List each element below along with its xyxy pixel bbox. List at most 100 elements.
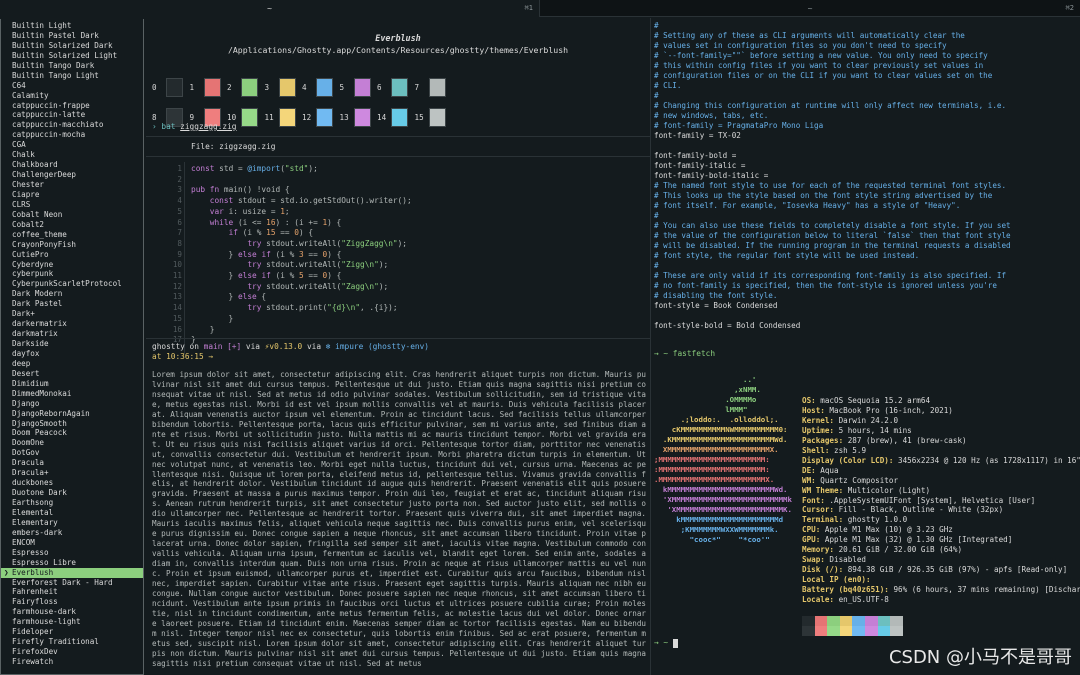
theme-item[interactable]: Chester: [1, 180, 143, 190]
code-line: const stdout = std.io.getStdOut().writer…: [209, 196, 412, 206]
theme-item[interactable]: catppuccin-frappe: [1, 101, 143, 111]
theme-item[interactable]: Dark Pastel: [1, 299, 143, 309]
info-value: 3456x2234 @ 120 Hz (as 1728x1117) in 16"…: [893, 455, 1080, 465]
theme-item[interactable]: Elementary: [1, 518, 143, 528]
theme-item[interactable]: Fairyfloss: [1, 597, 143, 607]
theme-item[interactable]: DotGov: [1, 448, 143, 458]
theme-item[interactable]: Dark+: [1, 309, 143, 319]
theme-item[interactable]: DoomOne: [1, 438, 143, 448]
theme-item[interactable]: Chalk: [1, 150, 143, 160]
config-line: # font itself. For example, "Iosevka Hea…: [654, 201, 961, 210]
theme-item[interactable]: DjangoRebornAgain: [1, 409, 143, 419]
theme-item[interactable]: Cobalt Neon: [1, 210, 143, 220]
theme-item[interactable]: coffee_theme: [1, 230, 143, 240]
theme-item[interactable]: Builtin Solarized Light: [1, 51, 143, 61]
theme-item[interactable]: CutiePro: [1, 250, 143, 260]
theme-item[interactable]: Doom Peacock: [1, 428, 143, 438]
code-line: }: [191, 313, 234, 323]
theme-item[interactable]: darkmatrix: [1, 329, 143, 339]
theme-item[interactable]: Cyberdyne: [1, 260, 143, 270]
theme-item[interactable]: Calamity: [1, 91, 143, 101]
info-row: Display (Color LCD): 3456x2234 @ 120 Hz …: [802, 456, 1080, 466]
theme-item[interactable]: duckbones: [1, 478, 143, 488]
theme-item[interactable]: C64: [1, 81, 143, 91]
theme-item[interactable]: CGA: [1, 140, 143, 150]
theme-item[interactable]: Builtin Solarized Dark: [1, 41, 143, 51]
theme-item-label: Elementary: [12, 517, 58, 527]
theme-item[interactable]: FirefoxDev: [1, 647, 143, 657]
theme-item[interactable]: Cobalt2: [1, 220, 143, 230]
theme-item[interactable]: Builtin Tango Light: [1, 71, 143, 81]
info-row: Terminal: ghostty 1.0.0: [802, 515, 1080, 525]
tab-2[interactable]: ~ ⌘2: [540, 0, 1080, 17]
theme-item[interactable]: catppuccin-latte: [1, 110, 143, 120]
theme-item[interactable]: Dracula+: [1, 468, 143, 478]
theme-item[interactable]: CrayonPonyFish: [1, 240, 143, 250]
tab-1[interactable]: ~ ⌘1: [0, 0, 540, 17]
theme-item-label: Builtin Tango Light: [12, 70, 99, 80]
theme-item-label: ENCOM: [12, 537, 35, 547]
theme-item[interactable]: Duotone Dark: [1, 488, 143, 498]
theme-title: Everblush: [375, 33, 421, 43]
logo-line: cKMMMMMMMMMMNWMMMMMMMMMM0:: [654, 425, 788, 434]
info-row: Host: MacBook Pro (16-inch, 2021): [802, 406, 1080, 416]
theme-item[interactable]: Chalkboard: [1, 160, 143, 170]
theme-item[interactable]: Builtin Light: [1, 21, 143, 31]
theme-list[interactable]: Builtin Light Builtin Pastel Dark Builtin …: [0, 19, 144, 675]
theme-item[interactable]: Espresso Libre: [1, 558, 143, 568]
theme-item[interactable]: Dark Modern: [1, 289, 143, 299]
shell-prompt: ghostty on main [+] via ⚡v0.13.0 via ❄ i…: [152, 342, 430, 351]
theme-item[interactable]: darkermatrix: [1, 319, 143, 329]
palette-index: 12: [302, 113, 312, 122]
theme-item[interactable]: Builtin Pastel Dark: [1, 31, 143, 41]
theme-item[interactable]: cyberpunk: [1, 269, 143, 279]
theme-item-label: darkmatrix: [12, 329, 58, 339]
theme-item[interactable]: CyberpunkScarletProtocol: [1, 279, 143, 289]
theme-item[interactable]: farmhouse-light: [1, 617, 143, 627]
theme-item[interactable]: Elemental: [1, 508, 143, 518]
final-prompt[interactable]: → ~: [654, 638, 678, 648]
theme-item[interactable]: ChallengerDeep: [1, 170, 143, 180]
theme-item[interactable]: catppuccin-macchiato: [1, 120, 143, 130]
palette-index: 13: [339, 113, 349, 122]
theme-item[interactable]: farmhouse-dark: [1, 607, 143, 617]
theme-item[interactable]: Earthsong: [1, 498, 143, 508]
palette-swatch: [278, 78, 296, 97]
theme-item[interactable]: Firefly Traditional: [1, 637, 143, 647]
code-line: try stdout.writeAll("Zagg\n");: [247, 281, 389, 291]
theme-item-label: Chester: [12, 180, 45, 189]
theme-item[interactable]: Dimidium: [1, 379, 143, 389]
theme-item-label: Everforest Dark - Hard: [12, 577, 113, 587]
theme-item[interactable]: DjangoSmooth: [1, 419, 143, 429]
info-value: Darwin 24.2.0: [834, 415, 899, 425]
line-number: 11: [172, 271, 182, 280]
theme-item[interactable]: DimmedMonokai: [1, 389, 143, 399]
theme-item[interactable]: Desert: [1, 369, 143, 379]
theme-item[interactable]: CLRS: [1, 200, 143, 210]
palette-index: 9: [189, 113, 195, 122]
palette-swatch: [316, 108, 333, 127]
theme-item[interactable]: Darkside: [1, 339, 143, 349]
info-row: WM Theme: Multicolor (Light): [802, 486, 1080, 496]
theme-item[interactable]: Firewatch: [1, 657, 143, 667]
theme-item[interactable]: embers-dark: [1, 528, 143, 538]
info-row: GPU: Apple M1 Max (32) @ 1.30 GHz [Integ…: [802, 535, 1080, 545]
theme-item[interactable]: Fahrenheit: [1, 587, 143, 597]
theme-item[interactable]: Dracula: [1, 458, 143, 468]
line-number: 5: [177, 206, 182, 216]
theme-item[interactable]: Ciapre: [1, 190, 143, 200]
theme-item[interactable]: ENCOM: [1, 538, 143, 548]
theme-item[interactable]: Django: [1, 399, 143, 409]
config-line: # font style, the regular font style wil…: [654, 251, 920, 260]
theme-item[interactable]: Espresso: [1, 548, 143, 558]
theme-item[interactable]: Builtin Tango Dark: [1, 61, 143, 71]
theme-item[interactable]: dayfox: [1, 349, 143, 359]
theme-item[interactable]: ❯ Everblush: [1, 567, 143, 578]
info-key: Swap:: [802, 555, 825, 565]
theme-item[interactable]: Fideloper: [1, 627, 143, 637]
theme-item[interactable]: Everforest Dark - Hard: [1, 578, 143, 588]
theme-item[interactable]: catppuccin-mocha: [1, 130, 143, 140]
theme-item[interactable]: deep: [1, 359, 143, 369]
code-line: const std = @import("std");: [191, 164, 318, 173]
info-value: macOS Sequoia 15.2 arm64: [815, 396, 931, 405]
